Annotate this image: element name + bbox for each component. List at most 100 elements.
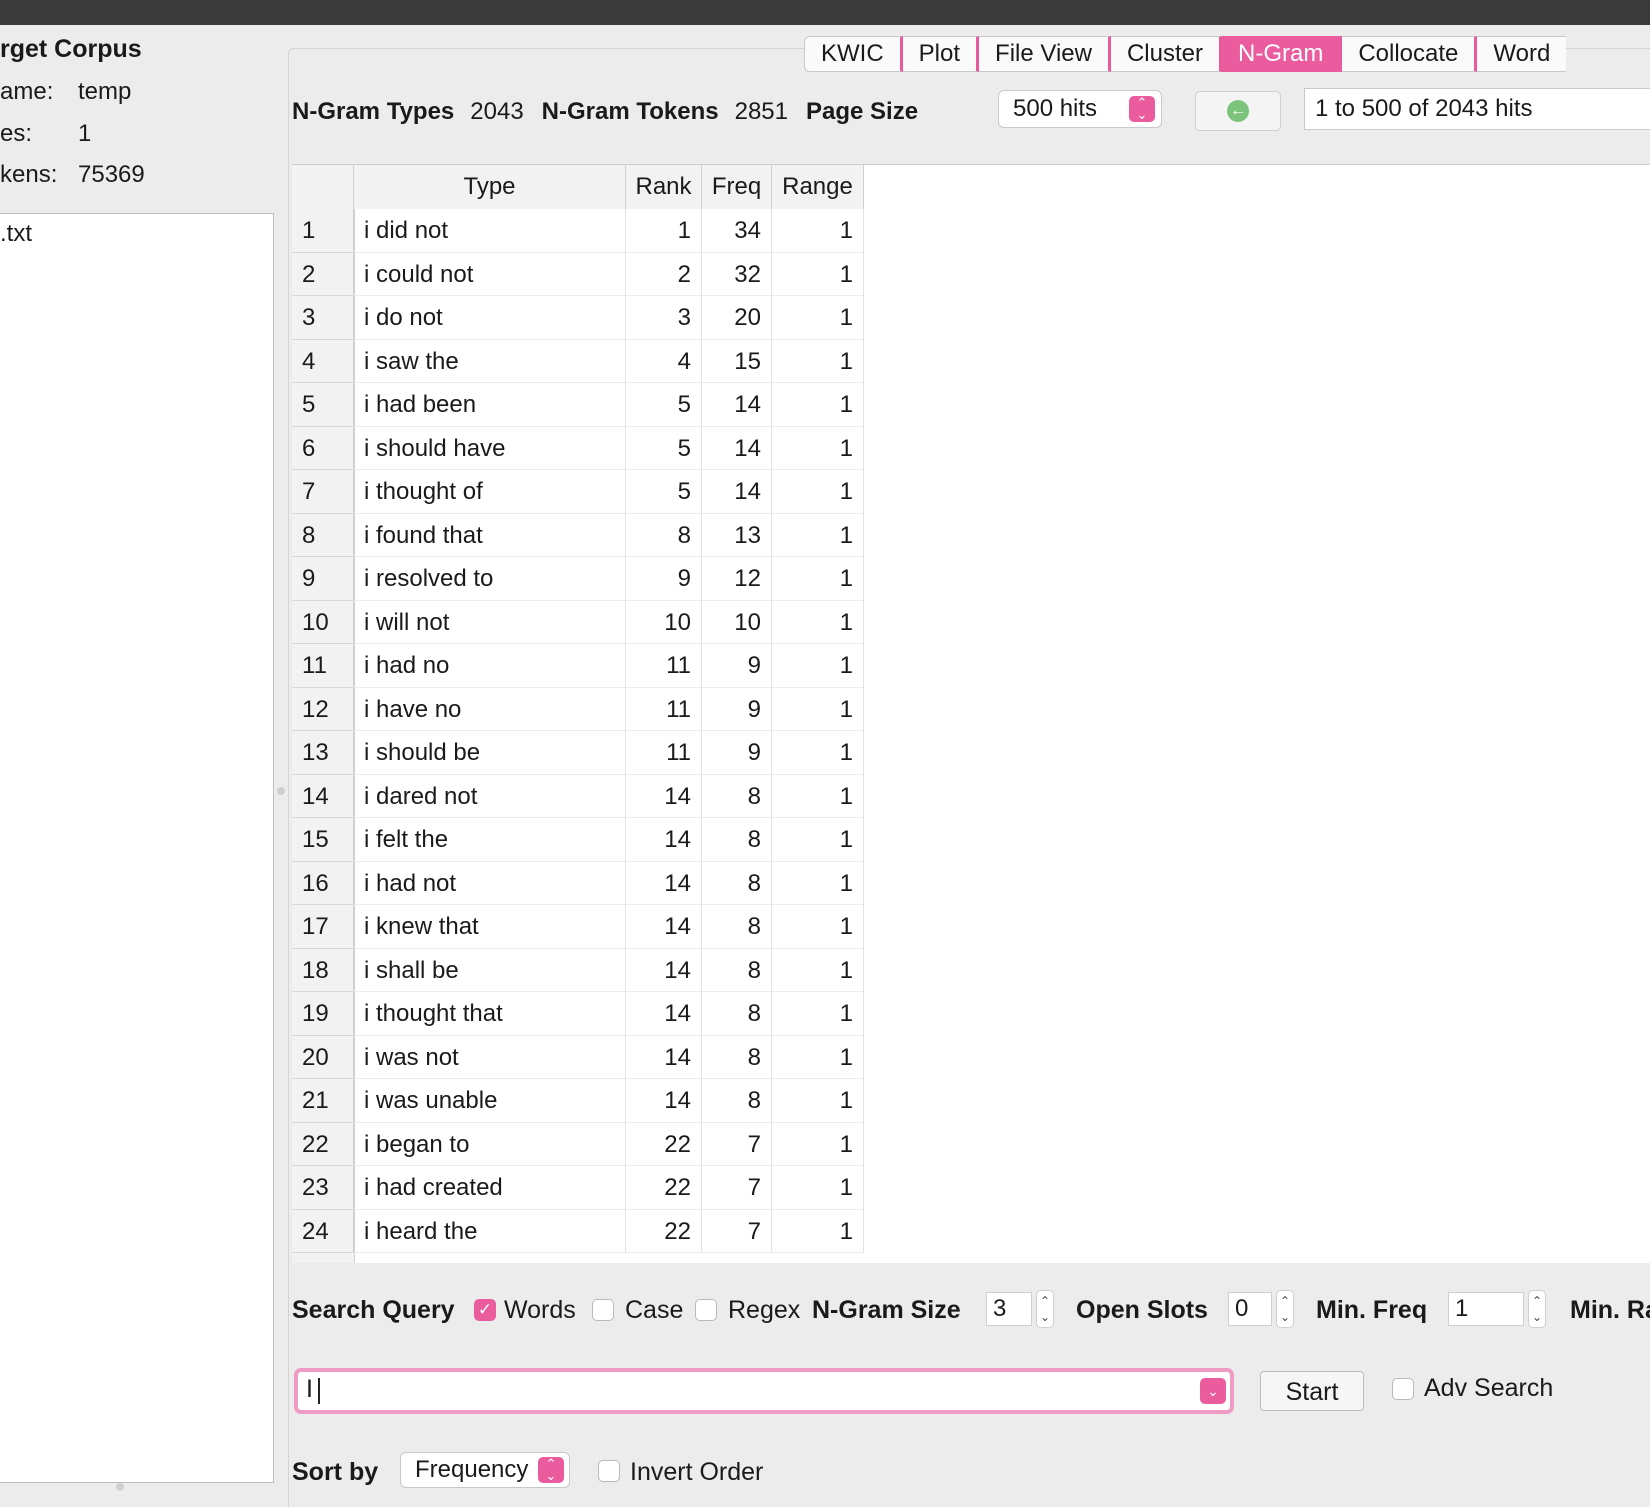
open-slots-stepper-icon[interactable]: ⌃ ⌄ — [1276, 1290, 1294, 1328]
cell-rank: 3 — [626, 296, 702, 340]
search-query-label: Search Query — [292, 1296, 455, 1324]
table-row[interactable]: 16 i had not 14 8 1 — [292, 861, 864, 905]
table-row[interactable]: 7i thought of 5 14 1 — [292, 470, 864, 514]
cell-rank: 14 — [626, 1035, 702, 1079]
regex-checkbox[interactable] — [695, 1299, 717, 1321]
table-row[interactable]: 15 i felt the 14 8 1 — [292, 818, 864, 862]
tab-word[interactable]: Word — [1477, 36, 1567, 72]
ngram-size-stepper-icon[interactable]: ⌃ ⌄ — [1036, 1290, 1054, 1328]
chevron-down-icon[interactable]: ⌄ — [1200, 1378, 1226, 1404]
min-freq-stepper-icon[interactable]: ⌃ ⌄ — [1528, 1290, 1546, 1328]
table-row[interactable]: 23 i had created 22 7 1 — [292, 1166, 864, 1210]
cell-freq: 8 — [702, 818, 772, 862]
corpus-file-list[interactable]: .txt — [0, 213, 274, 1483]
header-type[interactable]: Type — [354, 165, 626, 209]
cell-range: 1 — [772, 209, 864, 253]
cell-rank: 5 — [626, 470, 702, 514]
table-row[interactable]: 17 i knew that 14 8 1 — [292, 905, 864, 949]
table-row[interactable]: 5i had been 5 14 1 — [292, 383, 864, 427]
corpus-panel: rget Corpus ame: temp es: 1 kens: 75369 .tx… — [0, 25, 276, 1506]
corpus-name-row: ame: temp — [0, 78, 131, 106]
splitter-handle[interactable] — [116, 1483, 124, 1491]
tab-plot[interactable]: Plot — [902, 36, 980, 72]
min-freq-input[interactable]: 1 — [1448, 1292, 1524, 1326]
tool-tabs: KWIC Plot File View Cluster N-Gram Collo… — [804, 36, 1567, 72]
cell-row-number: 10 — [292, 600, 354, 644]
tab-collocate[interactable]: Collocate — [1342, 36, 1478, 72]
cell-row-number: 16 — [292, 861, 354, 905]
corpus-tokens-value: 75369 — [78, 161, 145, 188]
cell-row-number: 2 — [292, 252, 354, 296]
cell-freq: 15 — [702, 339, 772, 383]
adv-search-checkbox[interactable] — [1392, 1378, 1414, 1400]
table-row[interactable]: 12 i have no 11 9 1 — [292, 687, 864, 731]
table-row[interactable]: 11 i had no 11 9 1 — [292, 644, 864, 688]
open-slots-input[interactable]: 0 — [1228, 1292, 1272, 1326]
table-row[interactable]: 14 i dared not 14 8 1 — [292, 774, 864, 818]
table-row[interactable]: 3i do not 3 20 1 — [292, 296, 864, 340]
hits-range-field[interactable]: 1 to 500 of 2043 hits — [1304, 88, 1650, 130]
cell-rank: 11 — [626, 687, 702, 731]
header-rank[interactable]: Rank — [626, 165, 702, 209]
ngram-size-input[interactable]: 3 — [986, 1292, 1032, 1326]
cell-type: i saw the — [354, 339, 626, 383]
cell-rank: 14 — [626, 861, 702, 905]
cell-rank: 22 — [626, 1166, 702, 1210]
case-checkbox[interactable] — [592, 1299, 614, 1321]
table-row[interactable]: 10 i will not 10 10 1 — [292, 600, 864, 644]
table-row[interactable]: 24 i heard the 22 7 1 — [292, 1209, 864, 1253]
table-row[interactable]: 8i found that 8 13 1 — [292, 513, 864, 557]
words-checkbox[interactable]: ✓ — [474, 1299, 496, 1321]
cell-row-number: 13 — [292, 731, 354, 775]
cell-range: 1 — [772, 818, 864, 862]
header-range[interactable]: Range — [772, 165, 864, 209]
vertical-splitter-handle[interactable] — [277, 787, 285, 795]
cell-type: i began to — [354, 1122, 626, 1166]
back-button[interactable]: ← — [1195, 91, 1281, 131]
table-row[interactable]: 21 i was unable 14 8 1 — [292, 1079, 864, 1123]
tab-n-gram[interactable]: N-Gram — [1222, 36, 1343, 72]
cell-freq: 14 — [702, 470, 772, 514]
tab-file-view[interactable]: File View — [979, 36, 1111, 72]
table-row[interactable]: 2i could not 2 32 1 — [292, 252, 864, 296]
cell-type: i will not — [354, 600, 626, 644]
search-query-input[interactable]: I — [306, 1375, 313, 1404]
invert-order-checkbox[interactable] — [598, 1460, 620, 1482]
table-row[interactable]: 18 i shall be 14 8 1 — [292, 948, 864, 992]
header-freq[interactable]: Freq — [702, 165, 772, 209]
cell-type: i should have — [354, 426, 626, 470]
cell-freq: 8 — [702, 774, 772, 818]
corpus-file-item[interactable]: .txt — [0, 220, 32, 248]
cell-type: i had been — [354, 383, 626, 427]
search-query-field[interactable]: I ⌄ — [294, 1368, 1234, 1414]
cell-freq: 9 — [702, 731, 772, 775]
table-row[interactable]: 4i saw the 4 15 1 — [292, 339, 864, 383]
table-row[interactable]: 13 i should be 11 9 1 — [292, 731, 864, 775]
page-size-select[interactable]: 500 hits ⌃ ⌄ — [998, 90, 1162, 128]
corpus-tokens-label: kens: — [0, 161, 58, 188]
cell-freq: 13 — [702, 513, 772, 557]
cell-freq: 8 — [702, 861, 772, 905]
tab-cluster[interactable]: Cluster — [1110, 36, 1222, 72]
table-row[interactable]: 9i resolved to 9 12 1 — [292, 557, 864, 601]
arrow-left-icon: ← — [1227, 100, 1249, 122]
cell-range: 1 — [772, 470, 864, 514]
table-row[interactable]: 22 i began to 22 7 1 — [292, 1122, 864, 1166]
cell-range: 1 — [772, 992, 864, 1036]
tab-kwic[interactable]: KWIC — [804, 36, 903, 72]
cell-rank: 14 — [626, 948, 702, 992]
table-row[interactable]: 20 i was not 14 8 1 — [292, 1035, 864, 1079]
sort-by-select[interactable]: Frequency ⌃ ⌄ — [400, 1452, 570, 1488]
ngram-results-table[interactable]: Type Rank Freq Range 1i did not 1 34 1 2 i co… — [292, 164, 1650, 1263]
corpus-files-row: es: 1 — [0, 120, 91, 148]
cell-type: i do not — [354, 296, 626, 340]
cell-row-number: 21 — [292, 1079, 354, 1123]
open-slots-label: Open Slots — [1076, 1296, 1208, 1324]
cell-freq: 7 — [702, 1122, 772, 1166]
ngram-types-value: 2043 — [470, 98, 524, 125]
table-row[interactable]: 1i did not 1 34 1 — [292, 209, 864, 253]
table-row[interactable]: 19 i thought that 14 8 1 — [292, 992, 864, 1036]
start-button[interactable]: Start — [1260, 1371, 1364, 1411]
table-row[interactable]: 6i should have 5 14 1 — [292, 426, 864, 470]
cell-row-number: 20 — [292, 1035, 354, 1079]
